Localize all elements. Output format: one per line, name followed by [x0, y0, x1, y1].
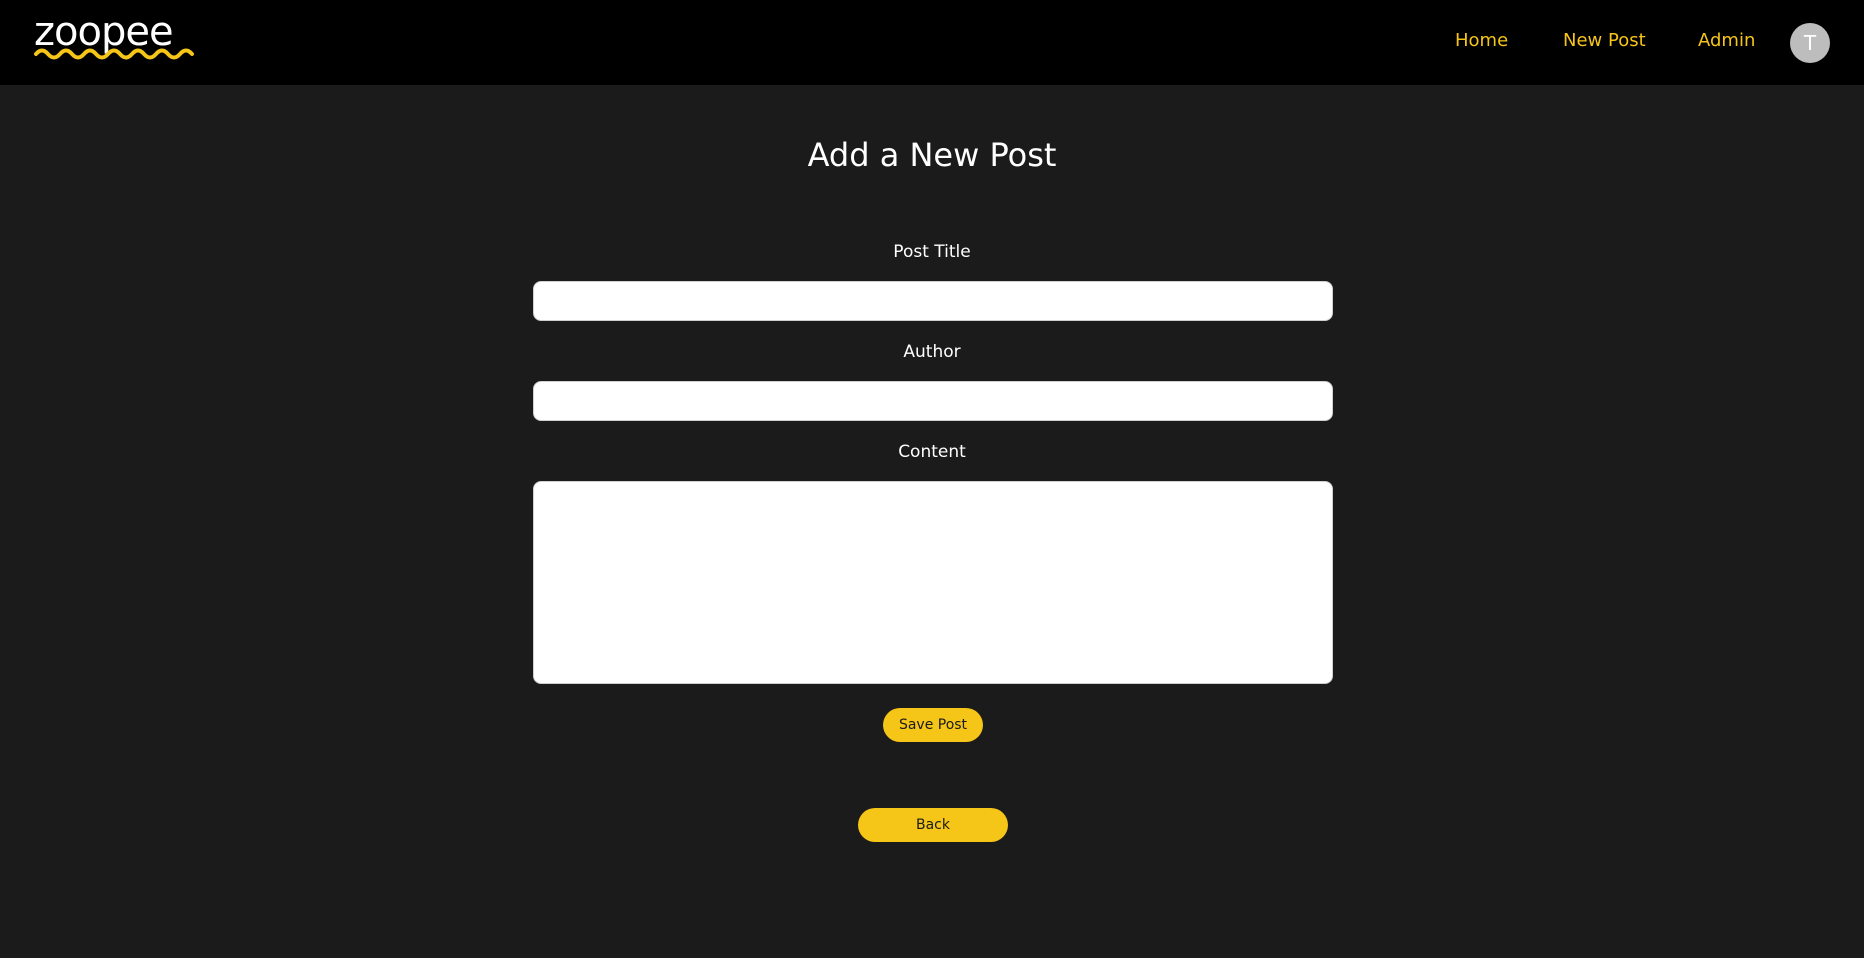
post-title-label: Post Title	[893, 242, 971, 262]
author-label: Author	[903, 342, 961, 362]
content-textarea[interactable]	[533, 481, 1333, 684]
author-input[interactable]	[533, 381, 1333, 421]
user-avatar[interactable]: T	[1790, 23, 1830, 63]
nav-link-home[interactable]: Home	[1455, 29, 1508, 53]
content-label: Content	[898, 442, 966, 462]
back-button[interactable]: Back	[858, 808, 1008, 842]
save-post-button[interactable]: Save Post	[883, 708, 983, 742]
nav-link-new-post[interactable]: New Post	[1563, 29, 1646, 53]
post-title-input[interactable]	[533, 281, 1333, 321]
page-title: Add a New Post	[807, 136, 1057, 174]
logo-wave-icon	[34, 48, 194, 60]
zoopee-logo[interactable]: zoopee	[34, 10, 198, 66]
top-navbar: zoopee Home New Post Admin T	[0, 0, 1864, 85]
nav-link-admin[interactable]: Admin	[1698, 29, 1755, 53]
